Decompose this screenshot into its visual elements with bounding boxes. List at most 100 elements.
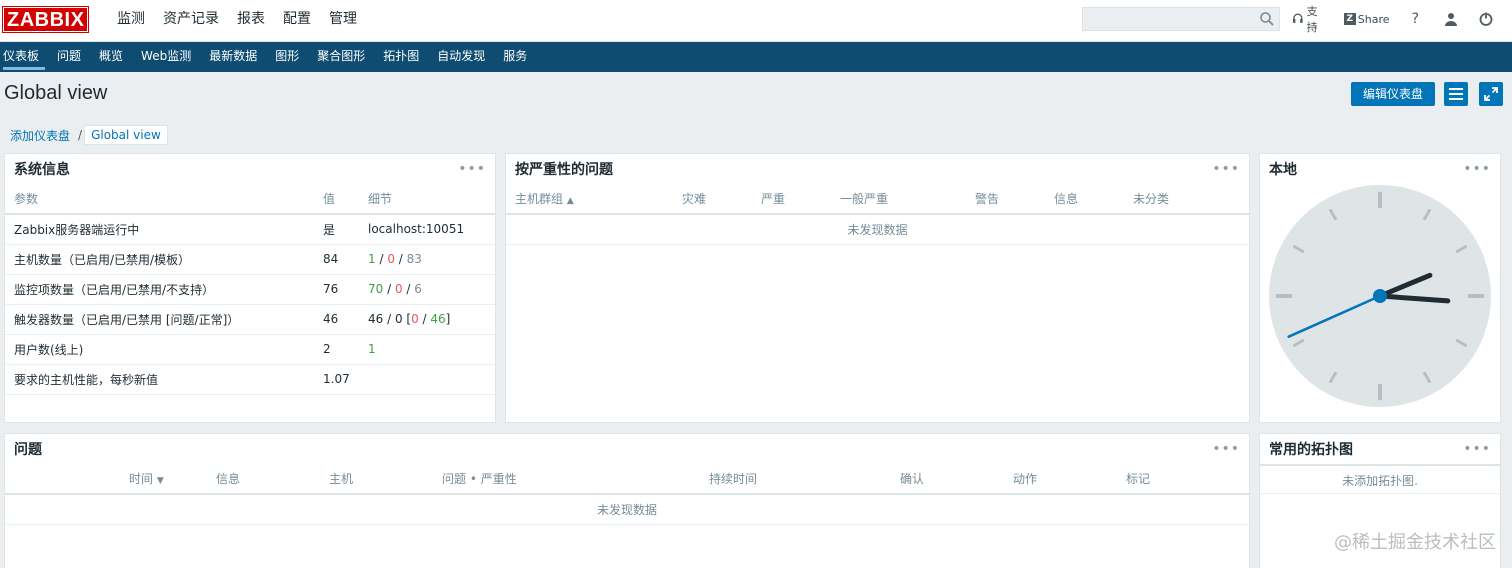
col-spacer <box>5 464 120 495</box>
subnav-screens[interactable]: 聚合图形 <box>308 42 374 72</box>
subnav-dashboard[interactable]: 仪表板 <box>0 42 48 72</box>
menu-configuration[interactable]: 配置 <box>274 0 320 42</box>
user-profile-icon[interactable] <box>1443 11 1458 27</box>
trigger-enabled-disabled: 46 / 0 [ <box>368 312 412 326</box>
breadcrumb-add-dashboard[interactable]: 添加仪表盘 <box>4 127 76 144</box>
clock-center <box>1373 289 1387 303</box>
analog-clock <box>1269 185 1491 407</box>
search-icon[interactable] <box>1259 11 1275 27</box>
detail-cell: 1 <box>359 334 495 365</box>
zabbix-logo[interactable]: ZABBIX <box>1 6 90 33</box>
widget-menu-icon[interactable]: ••• <box>1463 162 1491 176</box>
col-actions: 动作 <box>1004 464 1117 495</box>
sign-out-icon[interactable] <box>1479 11 1494 27</box>
template-count: 83 <box>406 252 422 266</box>
subnav-services[interactable]: 服务 <box>494 42 536 72</box>
detail-cell: 1 / 0 / 83 <box>359 244 495 275</box>
table-row: Zabbix服务器端运行中 是 localhost:10051 <box>5 214 495 245</box>
enabled-count: 1 <box>368 252 376 266</box>
subnav-problems[interactable]: 问题 <box>48 42 90 72</box>
top-header: ZABBIX 监测 资产记录 报表 配置 管理 支持 Z Share ? <box>0 0 1512 42</box>
breadcrumb-separator: / <box>78 128 83 142</box>
value-cell: 2 <box>314 334 359 365</box>
search-input[interactable] <box>1083 8 1253 30</box>
no-maps-message: 未添加拓扑图. <box>1260 464 1500 494</box>
share-label: Share <box>1357 12 1390 26</box>
widget-header: 系统信息 ••• <box>5 154 495 184</box>
support-link[interactable]: 支持 <box>1292 3 1328 35</box>
subnav-latest-data[interactable]: 最新数据 <box>200 42 266 72</box>
widget-menu-icon[interactable]: ••• <box>1212 442 1240 456</box>
problem-count: 0 <box>411 312 419 326</box>
col-not-classified: 未分类 <box>1124 184 1249 215</box>
col-parameter: 参数 <box>5 184 314 215</box>
value-cell: 84 <box>314 244 359 275</box>
table-row: 用户数(线上) 2 1 <box>5 334 495 365</box>
table-row: 监控项数量（已启用/已禁用/不支持） 76 70 / 0 / 6 <box>5 274 495 305</box>
online-users: 1 <box>368 342 376 356</box>
system-info-table: 参数 值 细节 Zabbix服务器端运行中 是 localhost:10051 … <box>5 184 495 395</box>
ok-count: 46 <box>430 312 446 326</box>
detail-cell: 46 / 0 [0 / 46] <box>359 304 495 335</box>
subnav-maps[interactable]: 拓扑图 <box>374 42 428 72</box>
top-links: 支持 Z Share ? <box>1292 0 1512 38</box>
widget-header: 问题 ••• <box>5 434 1249 464</box>
widget-menu-icon[interactable]: ••• <box>1463 442 1491 456</box>
widget-header: 本地 ••• <box>1260 154 1500 184</box>
param-cell: Zabbix服务器端运行中 <box>5 214 314 245</box>
headset-icon <box>1292 13 1303 23</box>
widget-header: 常用的拓扑图 ••• <box>1260 434 1500 464</box>
help-icon[interactable]: ? <box>1408 11 1423 27</box>
sub-navigation: 仪表板 问题 概览 Web监测 最新数据 图形 聚合图形 拓扑图 自动发现 服务 <box>0 42 1512 72</box>
subnav-overview[interactable]: 概览 <box>90 42 132 72</box>
zabbix-share-icon: Z <box>1343 13 1356 25</box>
edit-dashboard-button[interactable]: 编辑仪表盘 <box>1351 82 1435 106</box>
col-host-group[interactable]: 主机群组 ▲ <box>506 184 673 215</box>
table-header-row: 时间 ▼ 信息 主机 问题 • 严重性 持续时间 确认 动作 标记 <box>5 464 1249 495</box>
value-cell: 76 <box>314 274 359 305</box>
no-data-message: 未发现数据 <box>506 215 1249 245</box>
global-search <box>1082 7 1280 31</box>
dashboard-list-button[interactable] <box>1444 82 1468 106</box>
col-host-group-label: 主机群组 <box>515 192 564 206</box>
col-problem-severity: 问题 • 严重性 <box>433 464 700 495</box>
param-cell: 监控项数量（已启用/已禁用/不支持） <box>5 274 314 305</box>
menu-monitoring[interactable]: 监测 <box>108 0 154 42</box>
widget-title: 问题 <box>14 442 42 458</box>
col-ack: 确认 <box>891 464 1004 495</box>
enabled-count: 70 <box>368 282 384 296</box>
page-title: Global view <box>4 82 108 104</box>
table-row: 要求的主机性能，每秒新值 1.07 <box>5 364 495 395</box>
subnav-discovery[interactable]: 自动发现 <box>428 42 494 72</box>
widget-menu-icon[interactable]: ••• <box>458 162 486 176</box>
sort-asc-icon: ▲ <box>566 196 574 206</box>
col-high: 严重 <box>752 184 831 215</box>
share-link[interactable]: Z Share <box>1343 12 1390 26</box>
subnav-web[interactable]: Web监测 <box>132 42 200 72</box>
subnav-graphs[interactable]: 图形 <box>266 42 308 72</box>
table-row: 触发器数量（已启用/已禁用 [问题/正常]） 46 46 / 0 [0 / 46… <box>5 304 495 335</box>
table-row: 主机数量（已启用/已禁用/模板） 84 1 / 0 / 83 <box>5 244 495 275</box>
watermark: @稀土掘金技术社区 <box>1334 532 1496 553</box>
menu-administration[interactable]: 管理 <box>320 0 366 42</box>
menu-reports[interactable]: 报表 <box>228 0 274 42</box>
problems-table: 时间 ▼ 信息 主机 问题 • 严重性 持续时间 确认 动作 标记 <box>5 464 1249 495</box>
col-details: 细节 <box>359 184 495 215</box>
param-cell: 主机数量（已启用/已禁用/模板） <box>5 244 314 275</box>
col-info: 信息 <box>207 464 320 495</box>
breadcrumb: 添加仪表盘 / Global view <box>4 124 168 146</box>
value-cell: 1.07 <box>314 364 359 395</box>
support-label: 支持 <box>1306 5 1318 34</box>
fullscreen-button[interactable] <box>1479 82 1503 106</box>
breadcrumb-current[interactable]: Global view <box>84 125 168 145</box>
problems-widget: 问题 ••• 时间 ▼ 信息 主机 问题 • 严重性 持续时间 确认 动作 标记… <box>4 433 1250 568</box>
widget-title: 按严重性的问题 <box>515 162 613 178</box>
col-time[interactable]: 时间 ▼ <box>120 464 207 495</box>
col-average: 一般严重 <box>831 184 966 215</box>
widget-menu-icon[interactable]: ••• <box>1212 162 1240 176</box>
widget-title: 常用的拓扑图 <box>1269 442 1353 458</box>
col-tags: 标记 <box>1117 464 1249 495</box>
bracket-close: ] <box>445 312 451 326</box>
col-value: 值 <box>314 184 359 215</box>
menu-inventory[interactable]: 资产记录 <box>154 0 228 42</box>
